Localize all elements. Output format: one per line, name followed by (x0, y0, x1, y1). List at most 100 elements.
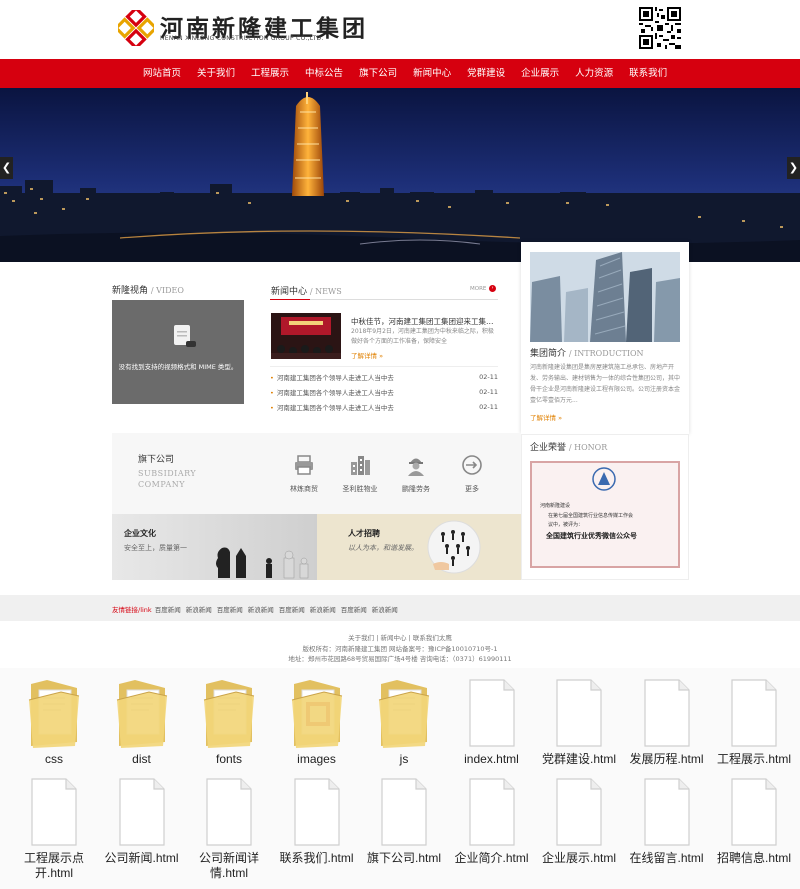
file-name: 企业展示.html (541, 851, 616, 865)
file-item[interactable]: 在线留言.html (623, 775, 711, 866)
news-more-icon[interactable]: › (489, 285, 496, 292)
recruit-subtitle: 以人为本，和谐发展。 (348, 544, 418, 552)
honor-cert-line1: 河南新隆建设 (540, 503, 571, 509)
intro-link[interactable]: 了解详情 » (530, 412, 562, 422)
folder-item[interactable]: dist (98, 676, 186, 767)
news-title-text: 新闻中心 (271, 287, 308, 297)
video-plugin-icon (174, 325, 196, 347)
friend-link-2[interactable]: 百度新闻 (217, 604, 243, 614)
friend-link-6[interactable]: 百度新闻 (341, 604, 367, 614)
file-name: 招聘信息.html (716, 851, 791, 865)
nav-item-6[interactable]: 党群建设 (459, 59, 513, 88)
intro-title-en: / INTRODUCTION (568, 349, 644, 358)
file-name: images (297, 752, 336, 766)
nav-item-5[interactable]: 新闻中心 (405, 59, 459, 88)
qr-code-icon (639, 7, 681, 49)
subsidiary-item-1[interactable]: 圣利胜物业 (337, 454, 383, 494)
file-item[interactable]: 旗下公司.html (360, 775, 448, 866)
news-title-en: / NEWS (309, 287, 342, 296)
file-item[interactable]: 工程展示点开.html (10, 775, 98, 881)
file-item[interactable]: 联系我们.html (273, 775, 361, 866)
file-name: js (399, 752, 409, 766)
buildings-icon (351, 456, 370, 475)
news-item-title: 河南建工集团各个领导人走进工人当中去 (270, 402, 394, 412)
news-featured-title[interactable]: 中秋佳节，河南建工集团工集团迎来工集… (351, 316, 499, 327)
folder-item[interactable]: css (10, 676, 98, 767)
friend-link-4[interactable]: 百度新闻 (279, 604, 305, 614)
printer-icon (295, 455, 313, 475)
intro-title-text: 集团简介 (530, 349, 567, 359)
more-icon (462, 455, 482, 475)
html-file-icon (643, 679, 690, 747)
file-item[interactable]: 招聘信息.html (710, 775, 798, 866)
news-featured-image[interactable] (271, 313, 341, 359)
file-item[interactable]: 公司新闻详情.html (185, 775, 273, 881)
nav-item-9[interactable]: 联系我们 (621, 59, 675, 88)
subsidiary-item-2[interactable]: 鹏隆劳务 (393, 454, 439, 494)
file-name: 在线留言.html (629, 851, 704, 865)
file-name: 工程展示.html (716, 752, 791, 766)
banner-next-button[interactable]: ❯ (787, 157, 800, 179)
subsidiary-item-3[interactable]: 更多 (449, 454, 495, 494)
news-item-date: 02-11 (479, 373, 498, 381)
hero-banner (0, 88, 800, 262)
news-item-date: 02-11 (479, 388, 498, 396)
honor-title-en: / HONOR (568, 443, 608, 452)
news-list-item[interactable]: 河南建工集团各个领导人走进工人当中去 02-11 (270, 400, 498, 414)
folder-item[interactable]: fonts (185, 676, 273, 767)
honor-cert-line3: 议中，被评为： (548, 522, 584, 528)
subsidiary-item-label: 林炼商贸 (290, 485, 318, 493)
folder-icon (291, 680, 342, 748)
worker-icon (408, 458, 424, 476)
footer-links[interactable]: 关于我们 | 新闻中心 | 联系我们太鹰 (0, 632, 800, 642)
honor-cert-main: 全国建筑行业优秀微信公众号 (546, 531, 637, 540)
nav-item-3[interactable]: 中标公告 (297, 59, 351, 88)
video-player[interactable] (112, 300, 244, 404)
friend-link-0[interactable]: 百度新闻 (155, 604, 181, 614)
file-item[interactable]: 发展历程.html (623, 676, 711, 767)
nav-item-1[interactable]: 关于我们 (189, 59, 243, 88)
folder-item[interactable]: images (273, 676, 361, 767)
subsidiary-item-0[interactable]: 林炼商贸 (281, 454, 327, 494)
friend-link-1[interactable]: 新浪新闻 (186, 604, 212, 614)
news-list-item[interactable]: 河南建工集团各个领导人走进工人当中去 02-11 (270, 370, 498, 384)
certificate-emblem-icon (592, 467, 616, 491)
video-title: 新隆视角 / VIDEO (112, 283, 184, 296)
file-item[interactable]: 工程展示.html (710, 676, 798, 767)
subsidiary-title-en-1: SUBSIDIARY (138, 469, 197, 478)
file-item[interactable]: 企业简介.html (448, 775, 536, 866)
friend-link-7[interactable]: 新浪新闻 (372, 604, 398, 614)
nav-item-8[interactable]: 人力资源 (567, 59, 621, 88)
news-list-item[interactable]: 河南建工集团各个领导人走进工人当中去 02-11 (270, 385, 498, 399)
nav-item-7[interactable]: 企业展示 (513, 59, 567, 88)
nav-item-0[interactable]: 网站首页 (137, 59, 189, 88)
banner-prev-button[interactable]: ❮ (0, 157, 13, 179)
html-file-icon (556, 679, 602, 747)
file-item[interactable]: 企业展示.html (535, 775, 623, 866)
honor-title: 企业荣誉 / HONOR (530, 440, 607, 453)
friend-links-bar: 友情链接/link 百度新闻 新浪新闻 百度新闻 新浪新闻 百度新闻 新浪新闻 百度新闻 新浪… (0, 595, 800, 621)
html-file-icon (293, 778, 340, 846)
news-featured-link[interactable]: 了解详情 » (351, 350, 383, 360)
html-file-icon (731, 679, 777, 747)
file-name: index.html (464, 752, 519, 766)
file-name: fonts (215, 752, 242, 766)
file-item[interactable]: 公司新闻.html (98, 775, 186, 866)
recruit-people-image (427, 520, 481, 574)
subsidiary-item-label: 鹏隆劳务 (402, 485, 430, 493)
culture-title: 企业文化 (124, 529, 156, 538)
file-item[interactable]: index.html (448, 676, 536, 767)
folder-item[interactable]: js (360, 676, 448, 767)
subsidiary-title: 旗下公司 (138, 455, 175, 465)
friend-link-5[interactable]: 新浪新闻 (310, 604, 336, 614)
file-name: dist (132, 752, 151, 766)
file-name: 发展历程.html (629, 752, 704, 766)
nav-item-2[interactable]: 工程展示 (243, 59, 297, 88)
news-more-link[interactable]: MORE (470, 286, 486, 292)
subsidiary-item-label: 更多 (465, 485, 479, 493)
friend-link-3[interactable]: 新浪新闻 (248, 604, 274, 614)
news-divider-accent (270, 299, 310, 300)
file-item[interactable]: 党群建设.html (535, 676, 623, 767)
nav-item-4[interactable]: 旗下公司 (351, 59, 405, 88)
html-file-icon (381, 778, 427, 846)
